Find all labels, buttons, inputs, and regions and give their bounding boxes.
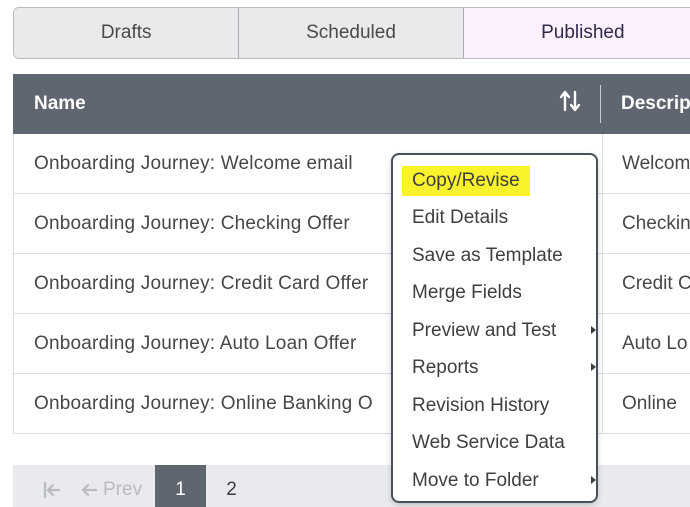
menu-item-reports[interactable]: Reports [412,353,596,383]
tab-published[interactable]: Published [463,8,690,58]
row-name[interactable]: Onboarding Journey: Auto Loan Offer [34,314,356,374]
row-description: Credit C [622,273,690,294]
first-page-icon[interactable] [41,479,63,501]
row-name[interactable]: Onboarding Journey: Credit Card Offer [34,254,368,314]
menu-item-preview-and-test[interactable]: Preview and Test [412,316,596,346]
row-name[interactable]: Onboarding Journey: Checking Offer [34,194,350,254]
status-tabs: Drafts Scheduled Published [13,7,690,59]
menu-item-copy-revise[interactable]: Copy/Revise [402,166,530,196]
prev-page-button[interactable]: Prev [79,465,142,507]
menu-item-label: Reports [412,357,479,378]
row-description: Welcom [622,153,690,174]
menu-item-edit-details[interactable]: Edit Details [412,203,508,233]
menu-item-revision-history[interactable]: Revision History [412,391,549,421]
column-header-description[interactable]: Descrip [621,74,690,134]
menu-item-move-to-folder[interactable]: Move to Folder [412,466,596,496]
column-divider [602,314,603,373]
page-button-1[interactable]: 1 [155,465,206,507]
column-header-name[interactable]: Name [34,74,86,134]
row-description: Checkin [622,213,690,234]
tab-scheduled[interactable]: Scheduled [239,8,464,58]
row-description: Online [622,393,677,414]
chevron-right-icon [591,326,596,334]
tab-drafts[interactable]: Drafts [14,8,240,58]
menu-item-web-service-data[interactable]: Web Service Data [412,428,565,458]
column-divider [602,194,603,253]
chevron-right-icon [591,363,596,371]
row-context-menu: Copy/Revise Edit Details Save as Templat… [391,153,598,503]
column-divider [602,134,603,193]
row-name[interactable]: Onboarding Journey: Welcome email [34,134,353,194]
prev-label: Prev [103,479,143,500]
menu-item-save-as-template[interactable]: Save as Template [412,241,563,271]
table-header: Name Descrip [13,74,690,134]
menu-item-label: Move to Folder [412,470,539,491]
menu-item-label: Preview and Test [412,320,557,341]
chevron-right-icon [591,476,596,484]
row-name[interactable]: Onboarding Journey: Online Banking O [34,374,373,434]
column-divider [602,254,603,313]
sort-arrows-icon[interactable] [558,88,582,116]
page-button-2[interactable]: 2 [206,465,257,507]
column-divider [602,374,603,433]
row-description: Auto Lo [622,333,688,354]
header-divider [600,85,601,123]
menu-item-merge-fields[interactable]: Merge Fields [412,278,522,308]
arrow-left-icon [81,483,98,497]
